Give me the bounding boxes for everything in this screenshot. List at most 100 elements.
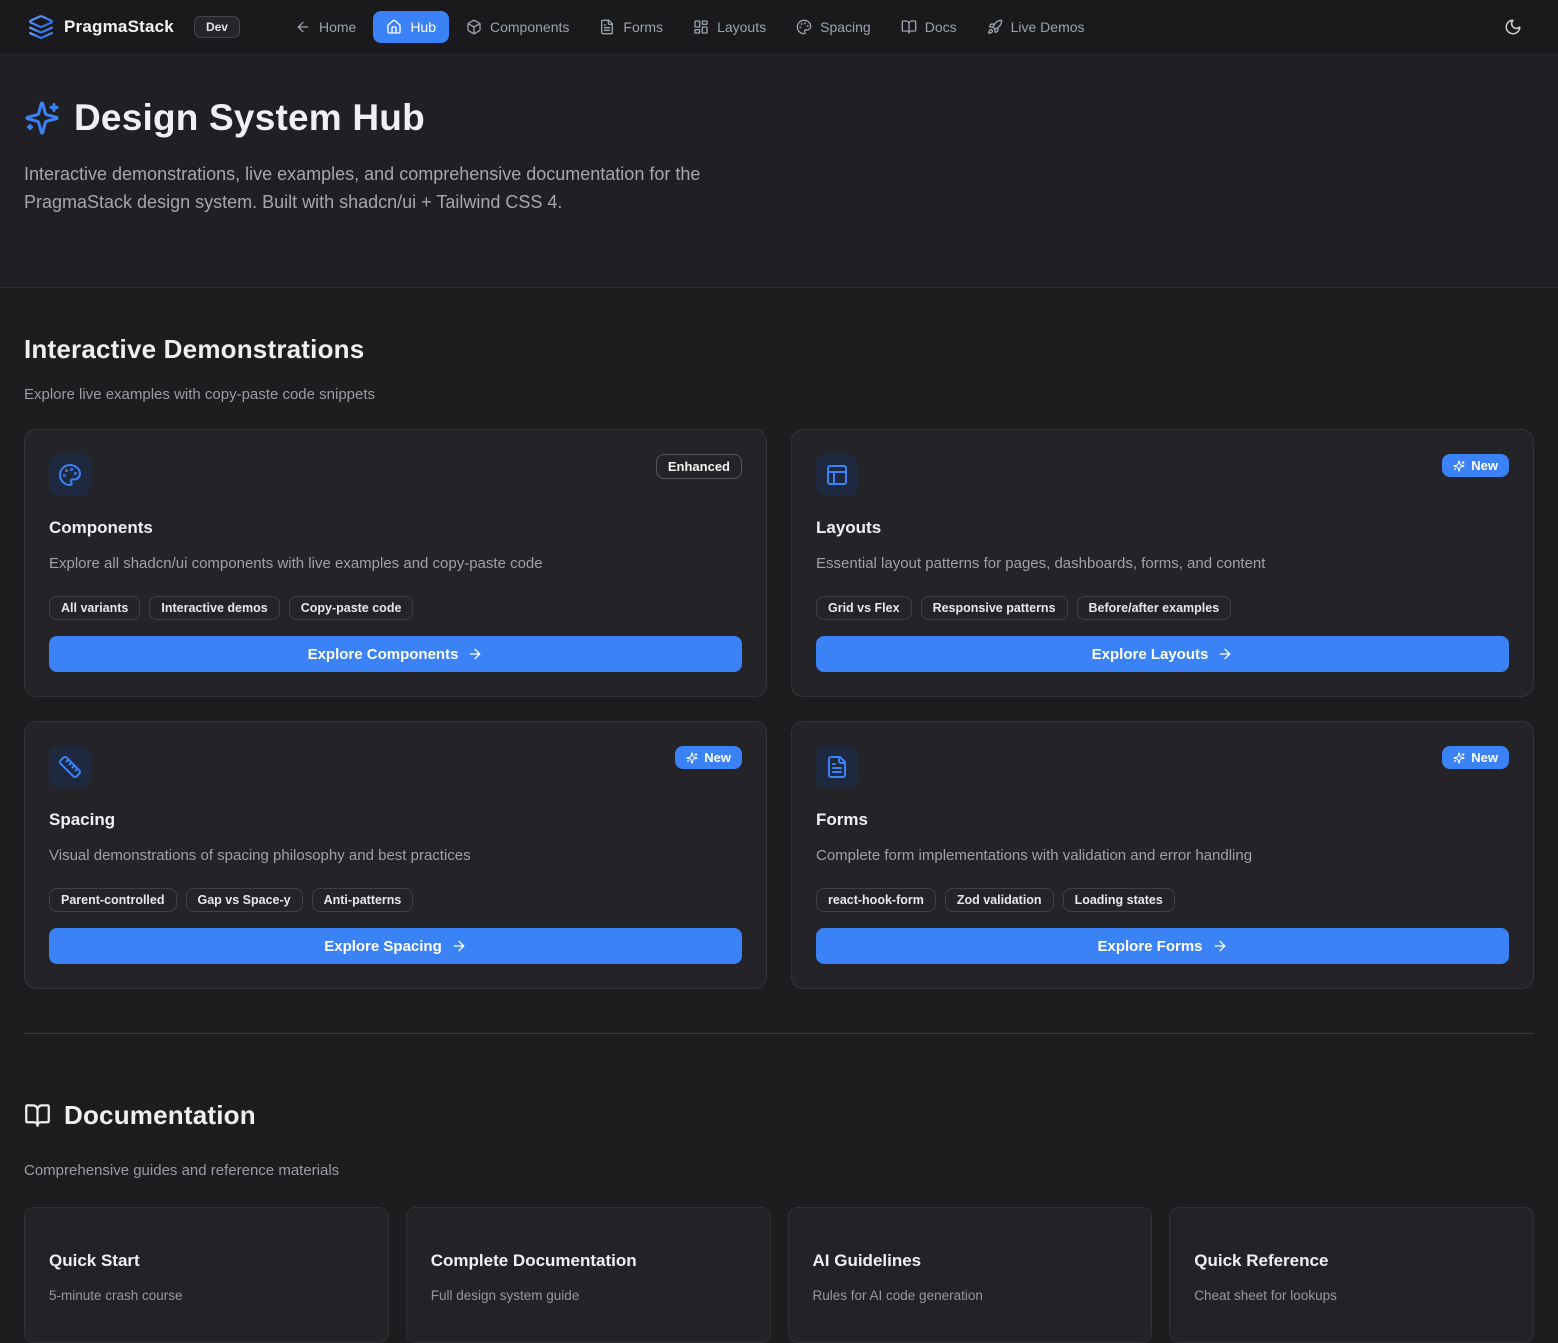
button-label: Explore Layouts	[1092, 646, 1209, 663]
card-description: Explore all shadcn/ui components with li…	[49, 555, 742, 572]
doc-cards-grid: Quick Start 5-minute crash course Comple…	[24, 1207, 1534, 1343]
nav-item-layouts[interactable]: Layouts	[680, 11, 779, 43]
status-badge: New	[1442, 454, 1509, 477]
card-tags: Parent-controlled Gap vs Space-y Anti-pa…	[49, 888, 742, 912]
doc-card-title: AI Guidelines	[813, 1251, 1128, 1271]
tag: Loading states	[1063, 888, 1175, 912]
doc-card-title: Quick Reference	[1194, 1251, 1509, 1271]
sparkles-icon	[24, 100, 60, 136]
demo-card-spacing: New Spacing Visual demonstrations of spa…	[24, 721, 767, 989]
nav-item-hub[interactable]: Hub	[373, 11, 449, 43]
badge-label: New	[704, 750, 731, 765]
demo-cards-grid: Enhanced Components Explore all shadcn/u…	[24, 429, 1534, 989]
demo-card-forms: New Forms Complete form implementations …	[791, 721, 1534, 989]
nav-item-home[interactable]: Home	[282, 11, 369, 43]
home-icon	[386, 19, 402, 35]
docs-heading: Documentation	[64, 1100, 256, 1131]
layout-grid-icon	[693, 19, 709, 35]
brand-name: PragmaStack	[64, 17, 174, 37]
book-open-icon	[24, 1102, 51, 1129]
explore-components-button[interactable]: Explore Components	[49, 636, 742, 672]
sparkles-icon	[1453, 460, 1465, 472]
doc-card-quick-reference[interactable]: Quick Reference Cheat sheet for lookups	[1169, 1207, 1534, 1343]
button-label: Explore Spacing	[324, 938, 442, 955]
nav-item-docs[interactable]: Docs	[888, 11, 970, 43]
tag: All variants	[49, 596, 140, 620]
tag: react-hook-form	[816, 888, 936, 912]
doc-card-description: 5-minute crash course	[49, 1288, 364, 1303]
arrow-right-icon	[451, 938, 467, 954]
tag: Grid vs Flex	[816, 596, 912, 620]
book-open-icon	[901, 19, 917, 35]
status-badge: New	[675, 746, 742, 769]
rocket-icon	[987, 19, 1003, 35]
nav-label: Components	[490, 19, 569, 35]
palette-icon	[796, 19, 812, 35]
demo-card-components: Enhanced Components Explore all shadcn/u…	[24, 429, 767, 697]
ruler-icon	[49, 746, 91, 788]
doc-card-description: Full design system guide	[431, 1288, 746, 1303]
nav-label: Forms	[623, 19, 663, 35]
arrow-right-icon	[1217, 646, 1233, 662]
doc-card-description: Rules for AI code generation	[813, 1288, 1128, 1303]
explore-layouts-button[interactable]: Explore Layouts	[816, 636, 1509, 672]
nav-label: Live Demos	[1011, 19, 1085, 35]
nav-label: Docs	[925, 19, 957, 35]
arrow-right-icon	[1212, 938, 1228, 954]
theme-toggle-button[interactable]	[1496, 10, 1530, 44]
nav-item-components[interactable]: Components	[453, 11, 582, 43]
demo-card-layouts: New Layouts Essential layout patterns fo…	[791, 429, 1534, 697]
doc-card-ai-guidelines[interactable]: AI Guidelines Rules for AI code generati…	[788, 1207, 1153, 1343]
tag: Parent-controlled	[49, 888, 177, 912]
section-divider	[24, 1033, 1534, 1034]
nav-label: Layouts	[717, 19, 766, 35]
doc-card-complete-documentation[interactable]: Complete Documentation Full design syste…	[406, 1207, 771, 1343]
arrow-left-icon	[295, 19, 311, 35]
tag: Anti-patterns	[312, 888, 414, 912]
tag: Zod validation	[945, 888, 1054, 912]
file-text-icon	[816, 746, 858, 788]
card-tags: react-hook-form Zod validation Loading s…	[816, 888, 1509, 912]
nav-label: Home	[319, 19, 356, 35]
card-tags: Grid vs Flex Responsive patterns Before/…	[816, 596, 1509, 620]
card-tags: All variants Interactive demos Copy-past…	[49, 596, 742, 620]
moon-icon	[1504, 18, 1522, 36]
demos-subheading: Explore live examples with copy-paste co…	[24, 386, 1534, 403]
tag: Gap vs Space-y	[186, 888, 303, 912]
page-title: Design System Hub	[74, 97, 425, 139]
hero-section: Design System Hub Interactive demonstrat…	[0, 55, 1558, 288]
tag: Copy-paste code	[289, 596, 414, 620]
card-description: Visual demonstrations of spacing philoso…	[49, 847, 742, 864]
badge-label: New	[1471, 458, 1498, 473]
card-description: Complete form implementations with valid…	[816, 847, 1509, 864]
panels-top-left-icon	[816, 454, 858, 496]
doc-card-title: Quick Start	[49, 1251, 364, 1271]
brand[interactable]: PragmaStack Dev	[28, 14, 240, 40]
doc-card-description: Cheat sheet for lookups	[1194, 1288, 1509, 1303]
card-title: Layouts	[816, 518, 1509, 538]
nav-item-forms[interactable]: Forms	[586, 11, 676, 43]
arrow-right-icon	[467, 646, 483, 662]
explore-forms-button[interactable]: Explore Forms	[816, 928, 1509, 964]
card-title: Spacing	[49, 810, 742, 830]
nav-label: Hub	[410, 19, 436, 35]
palette-icon	[49, 454, 91, 496]
file-text-icon	[599, 19, 615, 35]
env-badge: Dev	[194, 16, 240, 38]
explore-spacing-button[interactable]: Explore Spacing	[49, 928, 742, 964]
package-icon	[466, 19, 482, 35]
doc-card-title: Complete Documentation	[431, 1251, 746, 1271]
nav-label: Spacing	[820, 19, 871, 35]
button-label: Explore Forms	[1097, 938, 1202, 955]
status-badge: New	[1442, 746, 1509, 769]
documentation-section: Documentation Comprehensive guides and r…	[24, 1078, 1534, 1343]
doc-card-quick-start[interactable]: Quick Start 5-minute crash course	[24, 1207, 389, 1343]
card-description: Essential layout patterns for pages, das…	[816, 555, 1509, 572]
nav-item-live-demos[interactable]: Live Demos	[974, 11, 1098, 43]
nav-item-spacing[interactable]: Spacing	[783, 11, 884, 43]
demos-section: Interactive Demonstrations Explore live …	[24, 334, 1534, 990]
sparkles-icon	[1453, 752, 1465, 764]
tag: Responsive patterns	[921, 596, 1068, 620]
status-badge: Enhanced	[656, 454, 742, 479]
docs-subheading: Comprehensive guides and reference mater…	[24, 1162, 1534, 1179]
